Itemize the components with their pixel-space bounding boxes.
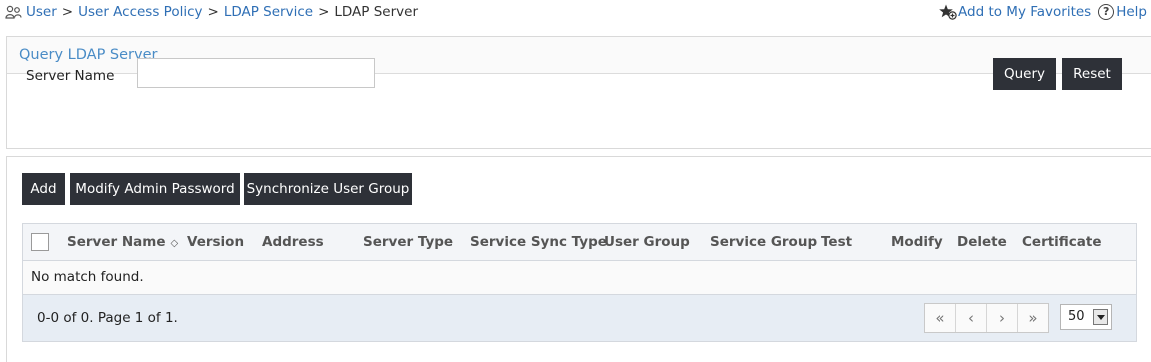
query-button[interactable]: Query bbox=[993, 58, 1056, 90]
top-links: Add to My Favorites ? Help bbox=[939, 4, 1147, 20]
empty-row-message: No match found. bbox=[23, 261, 1136, 295]
synchronize-user-group-button[interactable]: Synchronize User Group bbox=[244, 173, 412, 205]
ldap-server-table: Server Name ◇ Version Address Server Type… bbox=[22, 223, 1137, 342]
add-to-favorites-link[interactable]: Add to My Favorites bbox=[958, 4, 1091, 20]
top-bar: User > User Access Policy > LDAP Service… bbox=[0, 0, 1151, 26]
first-page-button[interactable]: « bbox=[925, 304, 956, 332]
help-icon[interactable]: ? bbox=[1098, 4, 1115, 20]
column-header-user-group: User Group bbox=[604, 234, 690, 250]
breadcrumb-separator: > bbox=[61, 4, 74, 20]
breadcrumb: User > User Access Policy > LDAP Service… bbox=[5, 4, 418, 20]
column-header-version: Version bbox=[187, 234, 245, 250]
query-panel: Query LDAP Server bbox=[6, 36, 1151, 149]
breadcrumb-separator: > bbox=[318, 4, 330, 20]
breadcrumb-user[interactable]: User bbox=[26, 4, 57, 20]
next-page-button[interactable]: › bbox=[987, 304, 1018, 332]
breadcrumb-separator: > bbox=[207, 4, 219, 20]
breadcrumb-user-access-policy[interactable]: User Access Policy bbox=[78, 4, 202, 20]
add-favorite-icon[interactable] bbox=[939, 4, 957, 20]
pagination-bar: 0-0 of 0. Page 1 of 1. « ‹ › » 50 bbox=[23, 295, 1136, 341]
server-name-label: Server Name bbox=[26, 68, 115, 84]
select-all-checkbox[interactable] bbox=[31, 233, 49, 251]
previous-page-button[interactable]: ‹ bbox=[956, 304, 987, 332]
pagination-buttons: « ‹ › » bbox=[924, 303, 1049, 333]
column-header-modify: Modify bbox=[891, 234, 943, 250]
page-size-value: 50 bbox=[1068, 309, 1085, 324]
column-header-service-group: Service Group bbox=[710, 234, 818, 250]
column-header-test: Test bbox=[821, 234, 853, 250]
reset-button[interactable]: Reset bbox=[1062, 58, 1122, 90]
column-header-delete: Delete bbox=[957, 234, 1007, 250]
column-header-address: Address bbox=[262, 234, 324, 250]
last-page-button[interactable]: » bbox=[1018, 304, 1048, 332]
server-name-input[interactable] bbox=[137, 58, 375, 88]
pagination-info: 0-0 of 0. Page 1 of 1. bbox=[37, 310, 178, 326]
breadcrumb-ldap-service[interactable]: LDAP Service bbox=[224, 4, 313, 20]
column-header-server-name[interactable]: Server Name ◇ bbox=[67, 224, 178, 262]
add-button[interactable]: Add bbox=[22, 173, 65, 205]
help-link[interactable]: Help bbox=[1116, 4, 1147, 20]
column-header-service-sync-type: Service Sync Type bbox=[470, 234, 607, 250]
table-header: Server Name ◇ Version Address Server Type… bbox=[23, 224, 1136, 261]
column-header-certificate: Certificate bbox=[1022, 234, 1102, 250]
page-size-select[interactable]: 50 bbox=[1060, 304, 1112, 330]
sort-icon[interactable]: ◇ bbox=[170, 238, 178, 249]
column-header-server-type: Server Type bbox=[363, 234, 454, 250]
modify-admin-password-button[interactable]: Modify Admin Password bbox=[70, 173, 240, 205]
dropdown-arrow-icon[interactable] bbox=[1093, 309, 1108, 325]
breadcrumb-current: LDAP Server bbox=[334, 4, 418, 20]
user-group-icon bbox=[5, 5, 22, 19]
